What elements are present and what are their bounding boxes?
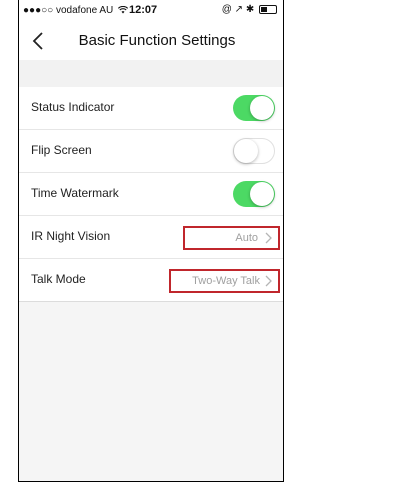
wifi-icon [117,6,129,14]
chevron-right-icon [265,232,272,244]
setting-label: Flip Screen [31,143,92,157]
setting-label: Talk Mode [31,272,86,286]
status-icons: @ ↗ ✱ [222,4,277,15]
setting-label: Time Watermark [31,186,119,200]
settings-list: Status Indicator Flip Screen Time Waterm… [19,87,283,302]
status-indicator-toggle[interactable] [233,95,275,121]
setting-label: Status Indicator [31,100,115,114]
chevron-right-icon [265,275,272,287]
page-title: Basic Function Settings [78,32,236,49]
flip-screen-toggle[interactable] [233,138,275,164]
toggle-knob [250,182,274,206]
nav-bar: Basic Function Settings [19,22,283,61]
ir-night-vision-value[interactable]: Auto [183,226,280,250]
battery-icon [259,4,277,14]
setting-row-flip-screen: Flip Screen [19,130,283,173]
time-watermark-toggle[interactable] [233,181,275,207]
toggle-knob [250,96,274,120]
setting-row-status-indicator: Status Indicator [19,87,283,130]
status-bar: ●●●○○ vodafone AU 12:07 @ ↗ ✱ [19,0,283,22]
setting-row-ir-night-vision[interactable]: IR Night Vision Auto [19,216,283,259]
setting-value: Two-Way Talk [192,275,260,287]
carrier-label: ●●●○○ vodafone AU [23,5,129,16]
toggle-knob [234,139,258,163]
talk-mode-value[interactable]: Two-Way Talk [169,269,280,293]
setting-row-talk-mode[interactable]: Talk Mode Two-Way Talk [19,259,283,302]
setting-label: IR Night Vision [31,229,111,243]
setting-value: Auto [235,232,258,244]
setting-row-time-watermark: Time Watermark [19,173,283,216]
phone-screen: ●●●○○ vodafone AU 12:07 @ ↗ ✱ Basic Func… [18,0,284,482]
status-time: 12:07 [129,4,158,16]
